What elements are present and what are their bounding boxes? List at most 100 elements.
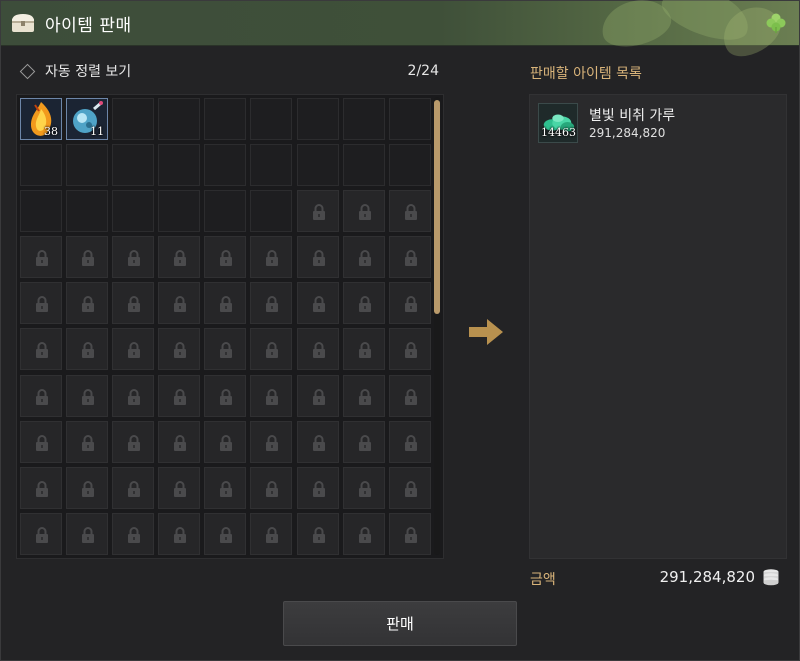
item-sell-window: 아이템 판매 자동 정렬 보기 2/24 38 11 판매할 아이템 목록 14… bbox=[0, 0, 800, 661]
inventory-slot-locked bbox=[388, 466, 431, 509]
inventory-slot-locked bbox=[250, 236, 293, 279]
total-value: 291,284,820 bbox=[659, 568, 755, 586]
inventory-slot-locked bbox=[158, 374, 201, 417]
inventory-slot-locked bbox=[296, 466, 339, 509]
item-name: 별빛 비취 가루 bbox=[589, 108, 676, 124]
inventory-slot-locked bbox=[342, 512, 385, 555]
inventory-slot-locked bbox=[388, 328, 431, 371]
inventory-slot-locked bbox=[112, 282, 155, 325]
inventory-slot-empty[interactable] bbox=[204, 144, 247, 187]
inventory-slot-locked bbox=[66, 282, 109, 325]
inventory-slot-locked bbox=[204, 512, 247, 555]
inventory-slot-locked bbox=[388, 512, 431, 555]
item-quantity: 38 bbox=[44, 125, 58, 138]
inventory-slot-empty[interactable] bbox=[112, 190, 155, 233]
inventory-slot-empty[interactable] bbox=[342, 98, 385, 140]
inventory-slot-locked bbox=[20, 282, 62, 325]
inventory-slot-empty[interactable] bbox=[296, 98, 339, 140]
inventory-slot-locked bbox=[296, 190, 339, 233]
inventory-slot-locked bbox=[204, 328, 247, 371]
sell-list-item[interactable]: 14463 별빛 비취 가루 291,284,820 bbox=[538, 103, 778, 147]
inventory-slot-empty[interactable] bbox=[250, 144, 293, 187]
inventory-slot-empty[interactable] bbox=[204, 190, 247, 233]
inventory-slot-locked bbox=[66, 466, 109, 509]
inventory-slot-empty[interactable] bbox=[342, 144, 385, 187]
inventory-slot-locked bbox=[112, 420, 155, 463]
auto-sort-toggle[interactable]: 자동 정렬 보기 bbox=[19, 61, 131, 81]
inventory-slot-locked bbox=[20, 420, 62, 463]
auto-sort-label: 자동 정렬 보기 bbox=[45, 64, 132, 80]
item-quantity: 14463 bbox=[541, 126, 576, 139]
inventory-slot-empty[interactable] bbox=[388, 144, 431, 187]
inventory-slot-empty[interactable] bbox=[158, 98, 201, 140]
slot-count: 2/24 bbox=[407, 63, 439, 79]
inventory-slot-locked bbox=[250, 282, 293, 325]
inventory-slot-locked bbox=[66, 374, 109, 417]
inventory-slot-locked bbox=[388, 420, 431, 463]
inventory-slot-locked bbox=[204, 466, 247, 509]
inventory-slot-empty[interactable] bbox=[112, 144, 155, 187]
inventory-slot-locked bbox=[250, 374, 293, 417]
inventory-slot-locked bbox=[158, 420, 201, 463]
inventory-slot-locked bbox=[112, 512, 155, 555]
inventory-slot-item[interactable]: 11 bbox=[66, 98, 109, 140]
inventory-slot-locked bbox=[66, 420, 109, 463]
inventory-slot-locked bbox=[158, 282, 201, 325]
inventory-slot-empty[interactable] bbox=[158, 144, 201, 187]
inventory-slot-empty[interactable] bbox=[388, 98, 431, 140]
inventory-slot-empty[interactable] bbox=[112, 98, 155, 140]
inventory-grid: 38 11 bbox=[20, 98, 431, 555]
inventory-slot-empty[interactable] bbox=[20, 190, 62, 233]
inventory-slot-locked bbox=[20, 236, 62, 279]
total-label: 금액 bbox=[530, 572, 556, 588]
sell-button[interactable]: 판매 bbox=[283, 601, 517, 646]
title-bar[interactable]: 아이템 판매 bbox=[1, 0, 799, 66]
inventory-slot-locked bbox=[296, 282, 339, 325]
inventory-slot-locked bbox=[158, 236, 201, 279]
jade-powder-icon: 14463 bbox=[538, 103, 578, 143]
clover-icon[interactable] bbox=[765, 12, 787, 34]
inventory-slot-locked bbox=[66, 512, 109, 555]
inventory-grid-panel: 38 11 bbox=[16, 94, 444, 559]
inventory-slot-locked bbox=[342, 374, 385, 417]
inventory-scrollbar[interactable] bbox=[434, 97, 440, 555]
inventory-slot-locked bbox=[342, 282, 385, 325]
inventory-slot-locked bbox=[388, 190, 431, 233]
scrollbar-thumb[interactable] bbox=[434, 100, 440, 314]
inventory-slot-locked bbox=[204, 282, 247, 325]
inventory-slot-locked bbox=[66, 236, 109, 279]
inventory-slot-empty[interactable] bbox=[158, 190, 201, 233]
inventory-slot-empty[interactable] bbox=[250, 98, 293, 140]
inventory-slot-locked bbox=[296, 236, 339, 279]
inventory-slot-empty[interactable] bbox=[296, 144, 339, 187]
inventory-slot-empty[interactable] bbox=[204, 98, 247, 140]
inventory-slot-locked bbox=[20, 374, 62, 417]
inventory-slot-locked bbox=[342, 236, 385, 279]
inventory-slot-locked bbox=[158, 328, 201, 371]
chest-icon bbox=[12, 14, 34, 32]
inventory-slot-locked bbox=[112, 328, 155, 371]
inventory-slot-locked bbox=[158, 466, 201, 509]
inventory-slot-empty[interactable] bbox=[66, 190, 109, 233]
inventory-slot-empty[interactable] bbox=[250, 190, 293, 233]
inventory-slot-locked bbox=[204, 374, 247, 417]
inventory-slot-locked bbox=[20, 512, 62, 555]
inventory-slot-locked bbox=[296, 420, 339, 463]
inventory-slot-locked bbox=[388, 282, 431, 325]
inventory-slot-locked bbox=[296, 374, 339, 417]
inventory-slot-empty[interactable] bbox=[66, 144, 109, 187]
inventory-slot-locked bbox=[342, 420, 385, 463]
inventory-slot-locked bbox=[20, 466, 62, 509]
inventory-slot-locked bbox=[20, 328, 62, 371]
inventory-slot-locked bbox=[158, 512, 201, 555]
diamond-checkbox-icon[interactable] bbox=[19, 63, 36, 79]
inventory-slot-locked bbox=[388, 236, 431, 279]
right-arrow-icon bbox=[469, 319, 503, 345]
inventory-slot-item[interactable]: 38 bbox=[20, 98, 62, 140]
inventory-slot-locked bbox=[112, 236, 155, 279]
sell-list-panel: 14463 별빛 비취 가루 291,284,820 bbox=[529, 94, 787, 559]
inventory-slot-locked bbox=[204, 236, 247, 279]
inventory-slot-locked bbox=[66, 328, 109, 371]
inventory-slot-locked bbox=[250, 328, 293, 371]
inventory-slot-empty[interactable] bbox=[20, 144, 62, 187]
